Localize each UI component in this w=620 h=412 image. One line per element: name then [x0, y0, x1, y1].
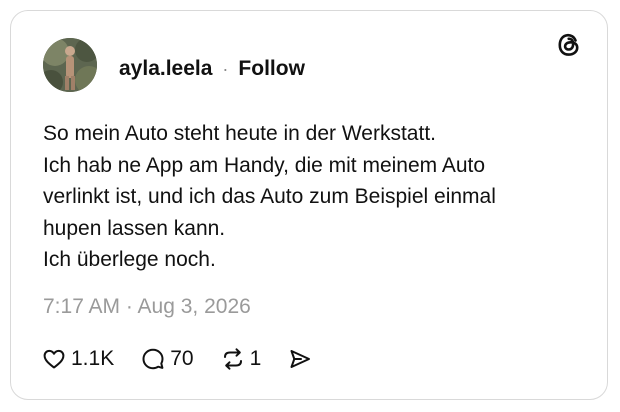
- heart-icon: [41, 346, 67, 372]
- repost-count: 1: [249, 347, 262, 370]
- comment-bubble-icon: [140, 346, 166, 372]
- post-text-line: verlinkt ist, und ich das Auto zum Beisp…: [43, 185, 496, 208]
- username[interactable]: ayla.leela: [119, 57, 212, 81]
- action-bar: 1.1K 70 1: [41, 344, 339, 374]
- post-text: So mein Auto steht heute in der Werkstat…: [43, 118, 583, 276]
- threads-logo-icon[interactable]: [555, 31, 583, 59]
- post-header: ayla.leela · Follow: [119, 55, 305, 83]
- repost-arrows-icon: [220, 346, 246, 372]
- like-button[interactable]: 1.1K: [41, 346, 114, 372]
- follow-button[interactable]: Follow: [238, 57, 305, 81]
- post-text-line: hupen lassen kann.: [43, 216, 226, 240]
- reply-count: 70: [170, 347, 194, 370]
- separator-dot: ·: [222, 58, 229, 79]
- send-icon: [287, 346, 313, 372]
- post-timestamp[interactable]: 7:17 AM · Aug 3, 2026: [43, 295, 251, 319]
- share-button[interactable]: [287, 346, 313, 372]
- post-card: ayla.leela · Follow So mein Auto steht h…: [10, 10, 608, 400]
- like-count: 1.1K: [71, 347, 115, 370]
- post-text-line: Ich überlege noch.: [43, 248, 216, 271]
- post-text-line: Ich hab ne App am Handy, die mit meinem …: [43, 153, 486, 177]
- post-text-line: So mein Auto steht heute in der Werkstat…: [43, 122, 436, 145]
- reply-button[interactable]: 70: [140, 346, 194, 372]
- avatar[interactable]: [43, 38, 97, 92]
- repost-button[interactable]: 1: [220, 346, 262, 372]
